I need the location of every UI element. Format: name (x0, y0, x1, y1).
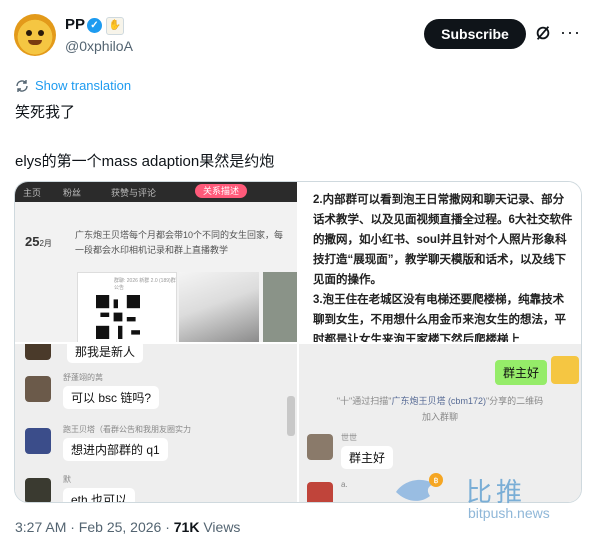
author-avatar[interactable] (14, 14, 56, 56)
article-paragraph-2: 2.内部群可以看到泡王日常撒网和聊天记录、部分话术教学、以及见面视频直播全过程。… (313, 194, 573, 286)
views-label: Views (199, 519, 241, 535)
post-text-line2: elys的第一个mass adaption果然是约炮 (15, 153, 275, 170)
avatar (25, 428, 51, 454)
profile-tab-bar: 主页 粉丝 获赞与评论 关系描述 (15, 182, 297, 202)
qr-code-icon (96, 295, 140, 339)
translate-icon (16, 80, 28, 92)
tab-likes: 获赞与评论 (111, 188, 157, 198)
tab-relation: 关系描述 (195, 184, 247, 198)
qr-caption: 群聊: 2026 新群 2.0 (189)群公告 (114, 278, 176, 291)
media-grid[interactable]: 主页 粉丝 获赞与评论 关系描述 252月 广东炮王贝塔每个月都会带10个不同的… (14, 181, 582, 503)
bitpush-bird-icon: ฿ (396, 473, 443, 501)
moment-photo (179, 272, 259, 342)
chat-bubble-self: 群主好 (495, 360, 548, 385)
scroll-handle (287, 396, 295, 436)
grok-icon[interactable] (534, 24, 552, 42)
more-icon[interactable]: ··· (560, 22, 581, 43)
affiliate-badge-icon[interactable]: ✋ (106, 17, 124, 35)
chat-bubble: 那我是新人 (67, 344, 144, 363)
post-text-line1: 笑死我了 (15, 104, 76, 121)
avatar (25, 344, 51, 360)
system-message: "十"通过扫描"广东炮王贝塔 (cbm172)"分享的二维码 (336, 396, 544, 406)
verified-badge-icon: ✓ (87, 18, 102, 33)
system-message-line2: 加入群聊 (421, 412, 458, 422)
chat-bubble: 可以 bsc 链吗? (63, 386, 160, 409)
moment-photo (263, 272, 297, 342)
media-image-1[interactable]: 主页 粉丝 获赞与评论 关系描述 252月 广东炮王贝塔每个月都会带10个不同的… (15, 182, 297, 342)
sender-name: 跑王贝塔（看群公告和我朋友圈实力 (63, 425, 191, 434)
avatar (551, 356, 579, 384)
avatar (307, 482, 333, 502)
watermark-cn: 比推 (466, 478, 527, 508)
article-paragraph-3: 3.泡王住在老城区没有电梯还要爬楼梯，纯靠技术聊到女生，不用想什么用金币来泡女生… (313, 294, 566, 342)
author-handle[interactable]: @0xphiloA (65, 38, 133, 54)
views-count: 71K (173, 519, 200, 535)
sender-name: 默 (63, 475, 71, 484)
avatar (25, 478, 51, 502)
tab-fans: 粉丝 (63, 188, 82, 198)
qr-card: 群聊: 2026 新群 2.0 (189)群公告 (77, 272, 177, 342)
chat-bubble: 群主好 (341, 446, 394, 469)
moment-description: 广东炮王贝塔每个月都会带10个不同的女生回家，每一段都会水印相机记录和群上直播教… (75, 230, 284, 255)
chat-bubble: 想进内部群的 q1 (63, 438, 168, 461)
show-translation-link[interactable]: Show translation (35, 78, 131, 93)
sender-name: 世世 (341, 433, 357, 442)
author-name[interactable]: PP (65, 16, 85, 33)
media-image-3[interactable]: 那我是新人 舒蓬翊的莴 可以 bsc 链吗? 跑王贝塔（看群公告和我朋友圈实力 … (15, 344, 297, 502)
post-timestamp[interactable]: 3:27 AM · Feb 25, 2026 · (15, 519, 174, 535)
media-image-2[interactable]: 2.内部群可以看到泡王日常撒网和聊天记录、部分话术教学、以及见面视频直播全过程。… (299, 182, 581, 342)
tab-home: 主页 (23, 188, 42, 198)
watermark-en: bitpush.news (468, 505, 550, 521)
sender-name: a. (341, 480, 348, 489)
avatar (25, 376, 51, 402)
post-date: 252月 (25, 234, 52, 249)
sender-name: 舒蓬翊的莴 (63, 373, 103, 382)
svg-text:฿: ฿ (433, 476, 438, 485)
subscribe-button[interactable]: Subscribe (424, 19, 526, 49)
chat-bubble: eth 也可以 (63, 488, 136, 502)
post-meta: 3:27 AM · Feb 25, 2026 · 71K Views (15, 519, 240, 535)
avatar (307, 434, 333, 460)
